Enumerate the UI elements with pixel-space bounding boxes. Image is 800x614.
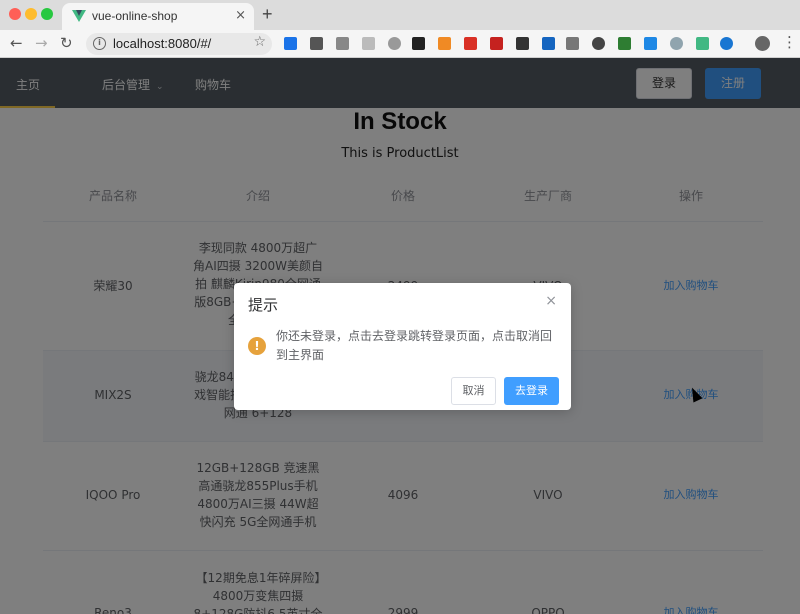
extension-icon[interactable] — [388, 37, 401, 50]
browser-toolbar: ← → ↻ i localhost:8080/#/ ☆ ⋮ — [0, 30, 800, 58]
reload-icon[interactable]: ↻ — [60, 34, 73, 52]
back-icon[interactable]: ← — [10, 34, 23, 52]
close-window-button[interactable] — [9, 8, 21, 20]
close-icon[interactable]: × — [545, 293, 557, 309]
extension-icon[interactable] — [516, 37, 529, 50]
extension-icon[interactable] — [644, 37, 657, 50]
vue-logo-icon — [72, 10, 86, 22]
browser-tab-bar: vue-online-shop × + — [0, 0, 800, 30]
extension-icon[interactable] — [592, 37, 605, 50]
extension-icon[interactable] — [720, 37, 733, 50]
cancel-button[interactable]: 取消 — [451, 377, 496, 405]
extension-icon[interactable] — [542, 37, 555, 50]
url-text[interactable]: localhost:8080/#/ — [113, 36, 211, 51]
extension-icon[interactable] — [670, 37, 683, 50]
go-login-button[interactable]: 去登录 — [504, 377, 559, 405]
extension-icon[interactable] — [284, 37, 297, 50]
maximize-window-button[interactable] — [41, 8, 53, 20]
address-bar[interactable]: i localhost:8080/#/ ☆ — [86, 33, 272, 55]
vue-devtools-icon[interactable] — [696, 37, 709, 50]
bookmark-star-icon[interactable]: ☆ — [253, 34, 266, 50]
extension-icon[interactable] — [566, 37, 579, 50]
avatar[interactable] — [755, 36, 770, 51]
extension-icon[interactable] — [490, 37, 503, 50]
forward-icon[interactable]: → — [35, 34, 48, 52]
warning-icon: ! — [248, 337, 266, 355]
extension-icon[interactable] — [618, 37, 631, 50]
minimize-window-button[interactable] — [25, 8, 37, 20]
extension-icon[interactable] — [464, 37, 477, 50]
extension-icon[interactable] — [310, 37, 323, 50]
extension-icon[interactable] — [362, 37, 375, 50]
browser-tab[interactable]: vue-online-shop × — [62, 3, 254, 30]
extension-icon[interactable] — [438, 37, 451, 50]
login-prompt-dialog: 提示 × ! 你还未登录，点击去登录跳转登录页面，点击取消回到主界面 取消 去登… — [234, 283, 571, 410]
info-icon[interactable]: i — [93, 37, 106, 50]
tab-close-icon[interactable]: × — [235, 8, 246, 23]
new-tab-button[interactable]: + — [262, 4, 273, 25]
tab-title: vue-online-shop — [92, 9, 178, 23]
menu-icon[interactable]: ⋮ — [782, 33, 797, 51]
extension-icon[interactable] — [336, 37, 349, 50]
extension-icon[interactable] — [412, 37, 425, 50]
dialog-message: 你还未登录，点击去登录跳转登录页面，点击取消回到主界面 — [276, 329, 553, 362]
dialog-title: 提示 — [248, 296, 279, 314]
